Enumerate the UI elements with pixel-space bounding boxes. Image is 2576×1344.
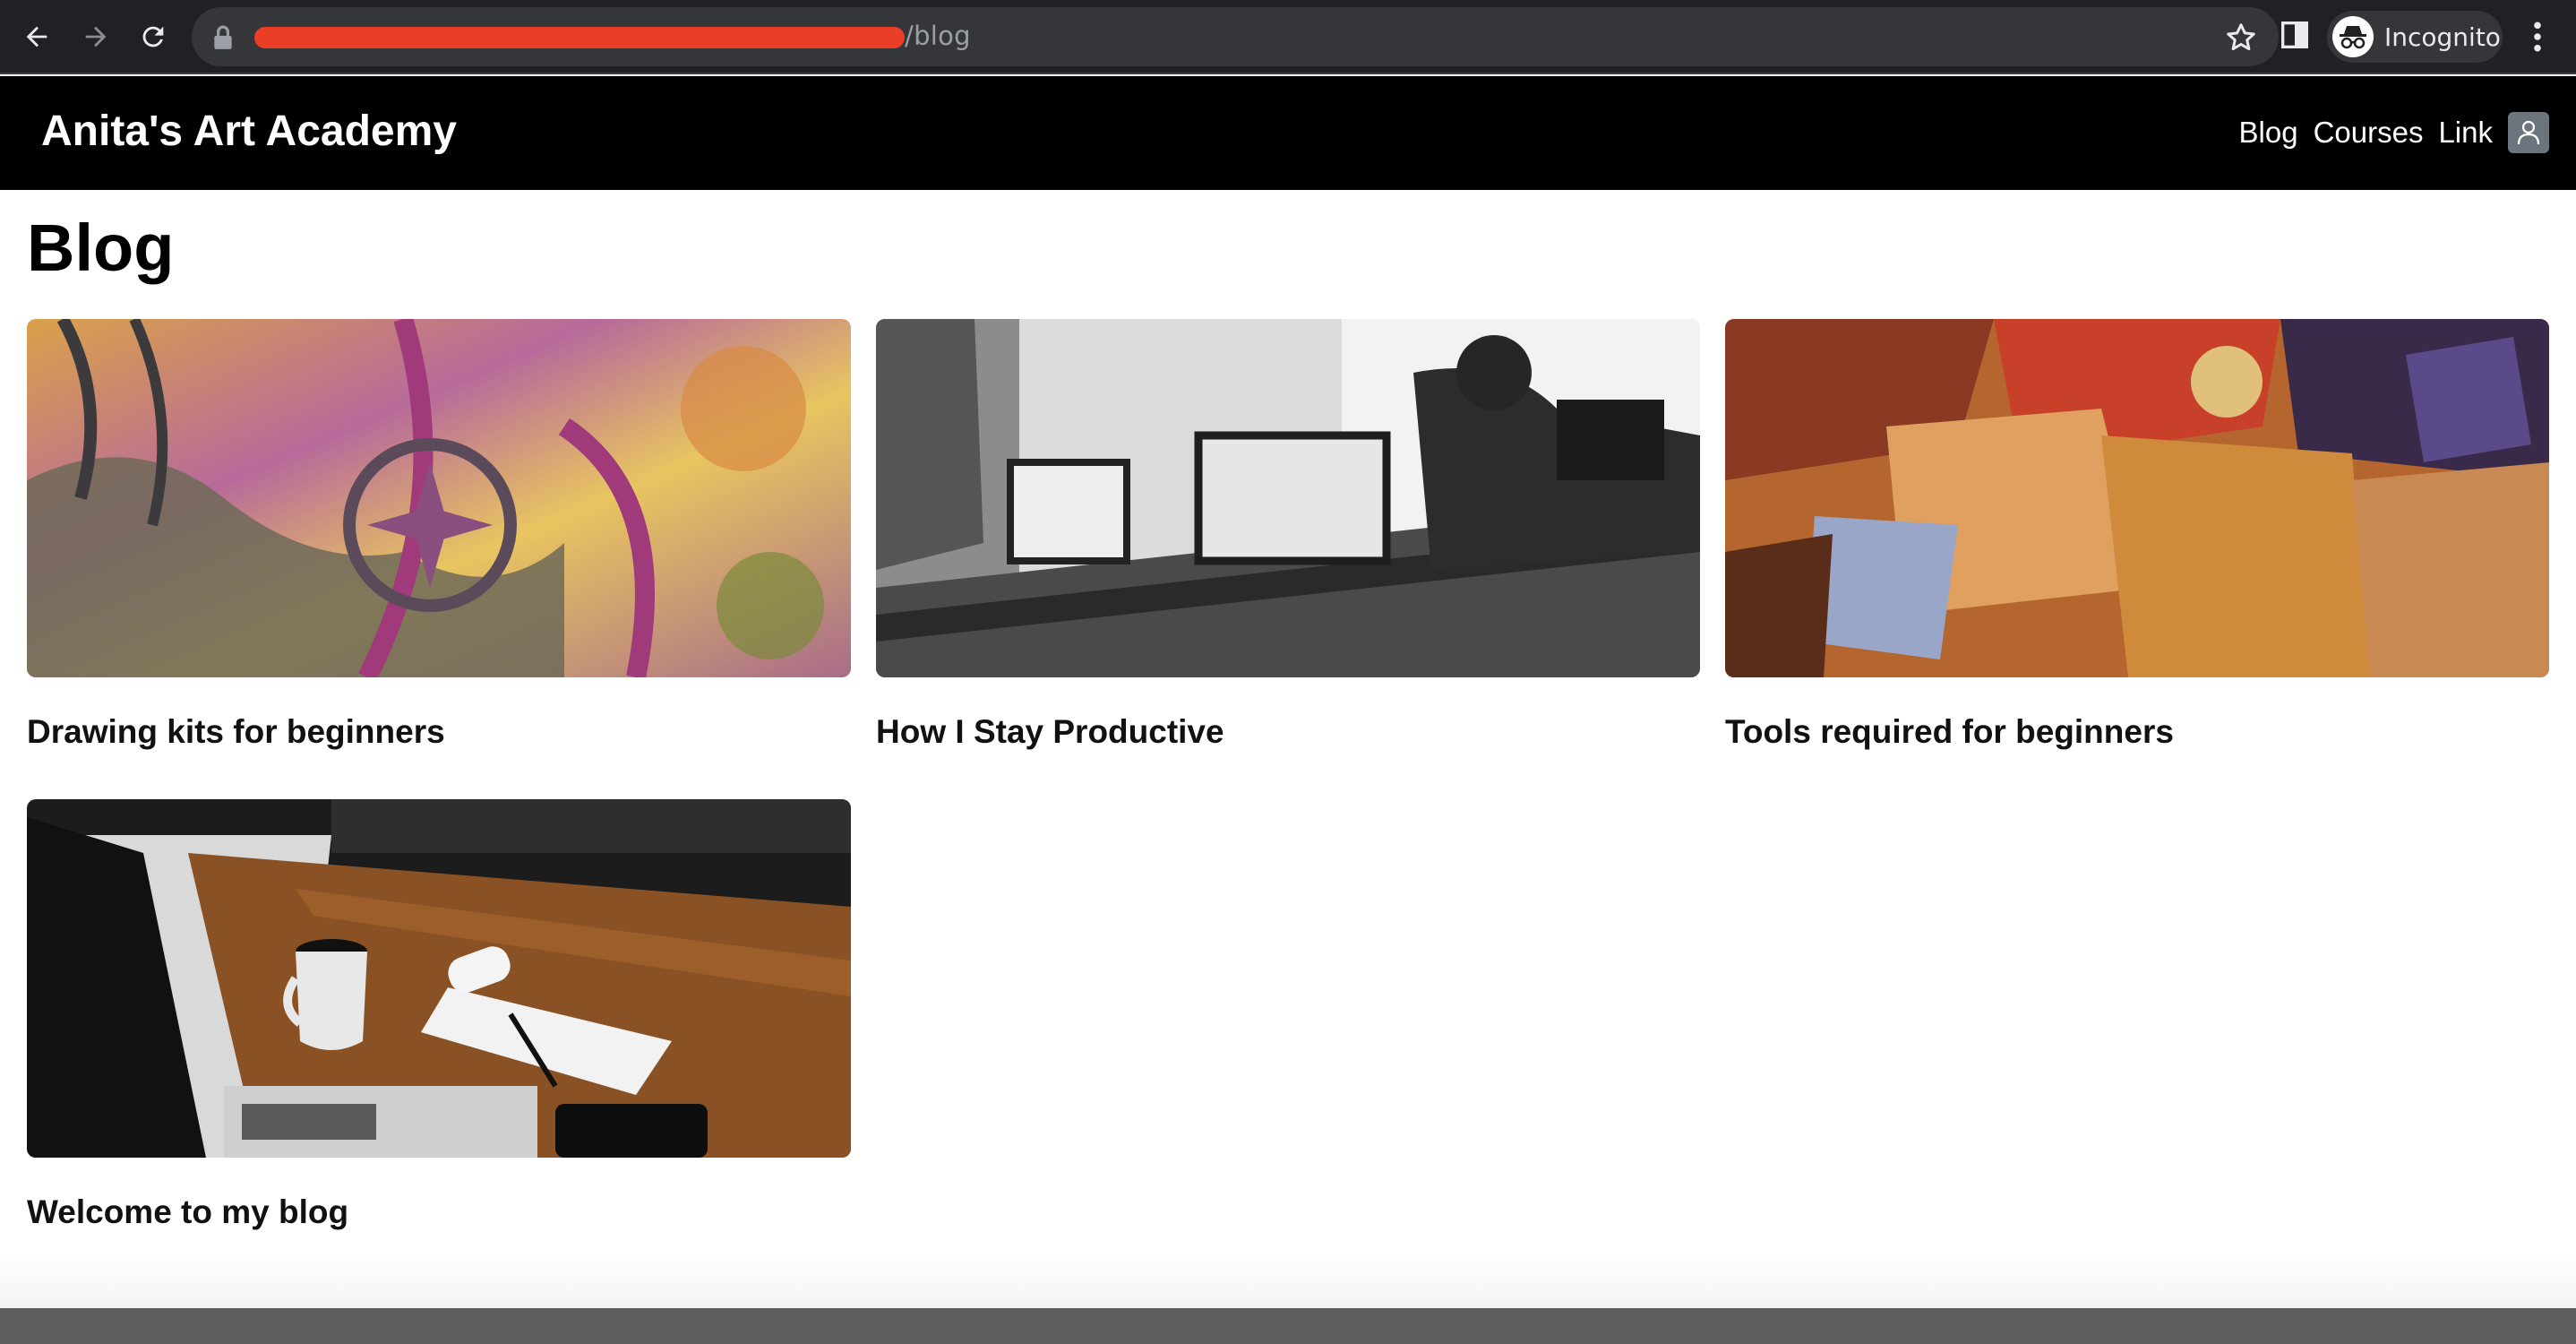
incognito-profile-button[interactable]: Incognito <box>2327 11 2503 63</box>
post-thumbnail-paint-palette[interactable] <box>1725 319 2549 677</box>
side-panel-icon[interactable] <box>2280 21 2309 49</box>
post-title[interactable]: Drawing kits for beginners <box>27 713 851 751</box>
reload-icon <box>142 26 164 47</box>
user-account-button[interactable] <box>2508 112 2549 153</box>
incognito-label: Incognito <box>2384 22 2501 52</box>
footer-bar <box>0 1308 2576 1344</box>
post-title[interactable]: Welcome to my blog <box>27 1193 851 1231</box>
blog-card[interactable]: How I Stay Productive <box>876 319 1700 751</box>
blog-card[interactable]: Tools required for beginners <box>1725 319 2549 751</box>
address-bar[interactable]: /blog <box>192 7 2279 66</box>
incognito-icon <box>2332 16 2374 57</box>
back-button[interactable] <box>16 16 57 57</box>
user-icon <box>2517 120 2540 145</box>
post-thumbnail-laptop-desk[interactable] <box>27 799 851 1158</box>
url-path: /blog <box>905 21 971 51</box>
nav-link-courses[interactable]: Courses <box>2314 116 2424 150</box>
footer-fade <box>0 1254 2576 1308</box>
nav-link-blog[interactable]: Blog <box>2239 116 2298 150</box>
nav-links: Blog Courses Link <box>2239 108 2549 157</box>
lock-icon <box>214 25 232 49</box>
nav-link-link[interactable]: Link <box>2438 116 2493 150</box>
page-title: Blog <box>27 211 175 285</box>
post-title[interactable]: Tools required for beginners <box>1725 713 2549 751</box>
post-thumbnail-productivity[interactable] <box>876 319 1700 677</box>
redacted-url <box>254 27 905 48</box>
blog-card[interactable]: Welcome to my blog <box>27 799 851 1231</box>
post-title[interactable]: How I Stay Productive <box>876 713 1700 751</box>
arrow-right-icon <box>85 26 107 47</box>
reload-button[interactable] <box>133 16 174 57</box>
brand-link[interactable]: Anita's Art Academy <box>41 107 457 156</box>
bookmark-star-icon[interactable] <box>2225 22 2257 54</box>
site-navbar: Anita's Art Academy Blog Courses Link <box>0 76 2576 190</box>
browser-toolbar: /blog Incognito <box>0 0 2576 74</box>
blog-card[interactable]: Drawing kits for beginners <box>27 319 851 751</box>
more-options-icon[interactable] <box>2524 20 2551 54</box>
arrow-left-icon <box>26 26 47 47</box>
forward-button[interactable] <box>75 16 116 57</box>
post-thumbnail-abstract-art[interactable] <box>27 319 851 677</box>
